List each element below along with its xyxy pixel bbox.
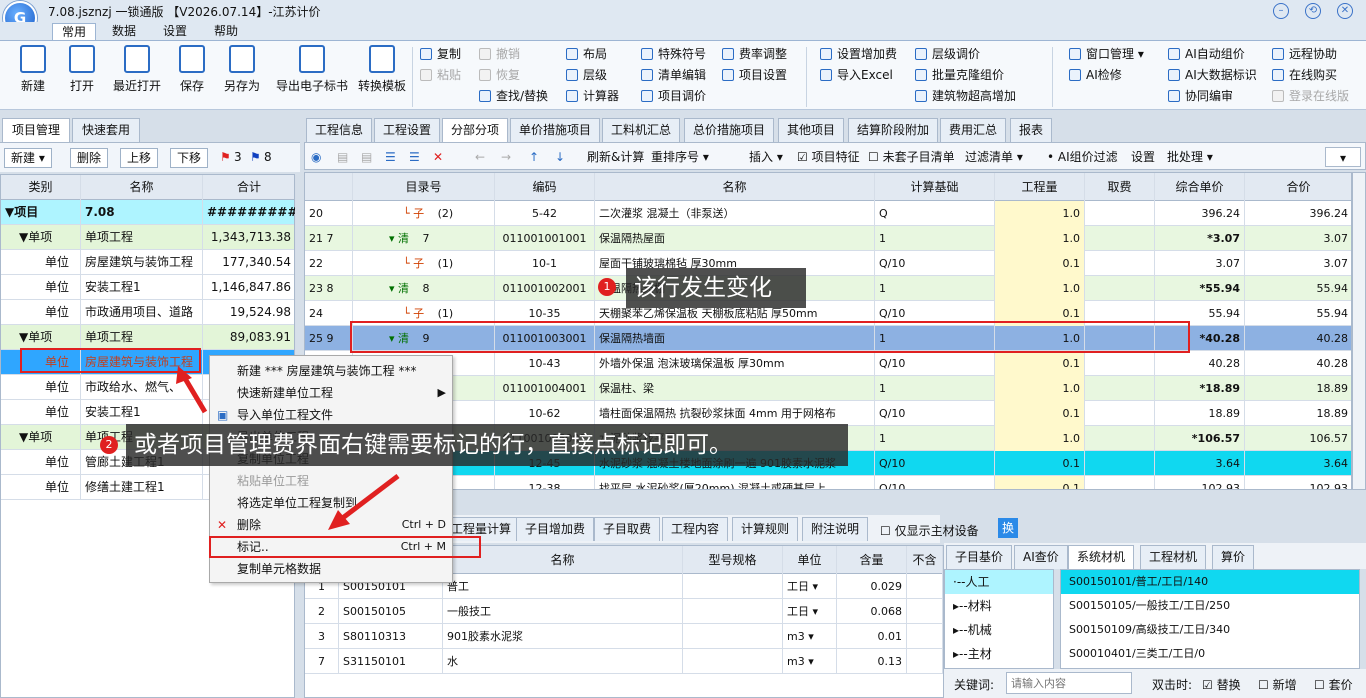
annotation-arrows (176, 366, 400, 530)
arrow-to-selected-unit (180, 373, 208, 414)
arrow-to-mark-item (338, 474, 400, 522)
